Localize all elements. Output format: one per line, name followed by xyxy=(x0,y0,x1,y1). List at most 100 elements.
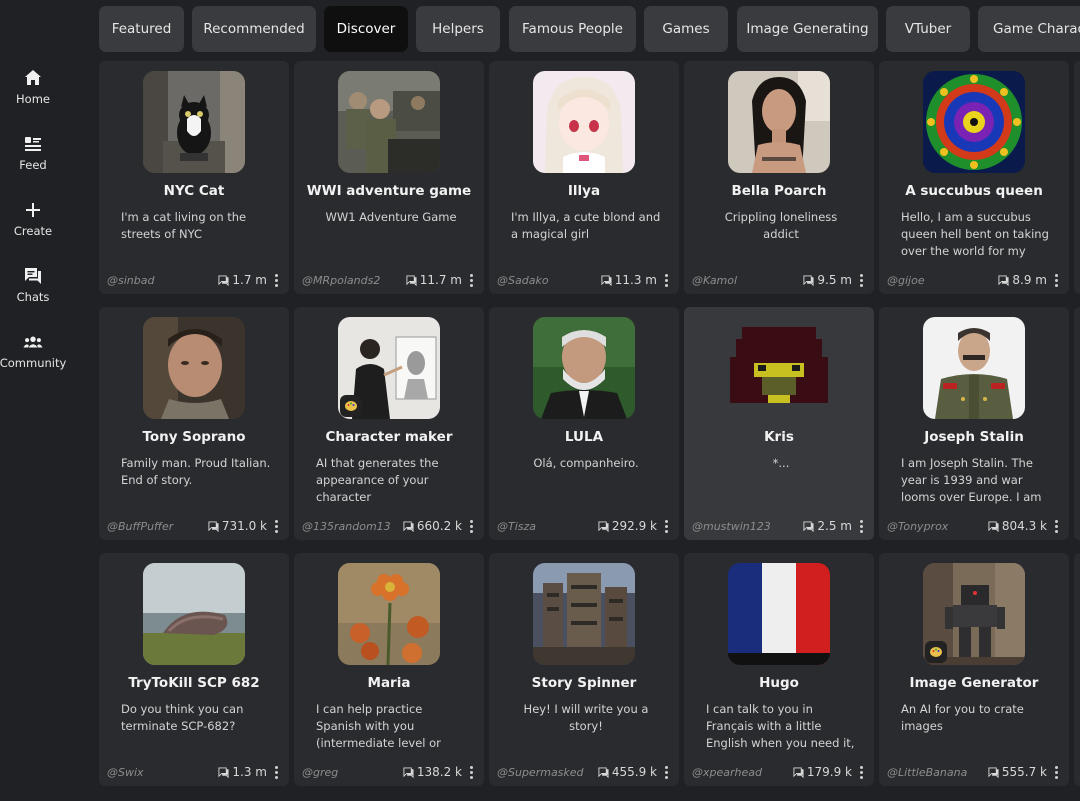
character-card[interactable]: LULA Olá, companheiro. @Tisza 292.9 k xyxy=(489,307,679,540)
character-card[interactable]: Hugo I can talk to you in Français with … xyxy=(684,553,874,786)
chat-count-value: 292.9 k xyxy=(611,519,657,533)
character-author: @LittleBanana xyxy=(887,766,968,779)
chat-count-icon xyxy=(218,766,229,778)
more-options-icon[interactable] xyxy=(857,518,865,534)
more-options-icon[interactable] xyxy=(1052,764,1060,780)
character-description: I am Joseph Stalin. The year is 1939 and… xyxy=(901,456,1042,504)
character-card-partial[interactable] xyxy=(1074,61,1080,294)
character-name: Character maker xyxy=(325,429,453,445)
character-name: Tony Soprano xyxy=(142,429,246,445)
chat-count-value: 455.9 k xyxy=(611,765,657,779)
character-card-partial[interactable] xyxy=(1074,553,1080,786)
character-avatar xyxy=(728,563,830,665)
character-avatar xyxy=(533,71,635,173)
nav-chats-label: Chats xyxy=(16,290,50,304)
tab-famous-people[interactable]: Famous People xyxy=(509,6,636,52)
character-description: Do you think you can terminate SCP-682? xyxy=(121,702,244,733)
chat-count-value: 1.3 m xyxy=(232,765,267,779)
more-options-icon[interactable] xyxy=(662,272,670,288)
chat-count: 1.7 m xyxy=(218,273,267,287)
more-options-icon[interactable] xyxy=(662,518,670,534)
character-card[interactable]: Maria I can help practice Spanish with y… xyxy=(294,553,484,786)
chat-count: 8.9 m xyxy=(998,273,1047,287)
nav-feed[interactable]: Feed xyxy=(0,134,66,184)
tab-discover[interactable]: Discover xyxy=(324,6,408,52)
chat-count-icon xyxy=(208,520,219,532)
chat-count: 138.2 k xyxy=(403,765,462,779)
nav-home[interactable]: Home xyxy=(0,68,66,118)
more-options-icon[interactable] xyxy=(1052,518,1060,534)
tab-game-characters[interactable]: Game Characters xyxy=(978,6,1080,52)
nav-chats[interactable]: Chats xyxy=(0,266,66,316)
character-card[interactable]: Bella Poarch Crippling loneliness addict… xyxy=(684,61,874,294)
character-author: @Swix xyxy=(107,766,144,779)
character-card[interactable]: NYC Cat I'm a cat living on the streets … xyxy=(99,61,289,294)
character-card[interactable]: TryToKill SCP 682 Do you think you can t… xyxy=(99,553,289,786)
chat-count-icon xyxy=(218,274,229,286)
more-options-icon[interactable] xyxy=(1052,272,1060,288)
chat-count-value: 1.7 m xyxy=(232,273,267,287)
character-avatar xyxy=(143,317,245,419)
more-options-icon[interactable] xyxy=(467,764,475,780)
more-options-icon[interactable] xyxy=(662,764,670,780)
character-avatar xyxy=(728,71,830,173)
chat-count: 2.5 m xyxy=(803,519,852,533)
character-card[interactable]: Tony Soprano Family man. Proud Italian. … xyxy=(99,307,289,540)
tab-games[interactable]: Games xyxy=(644,6,728,52)
chat-count-value: 2.5 m xyxy=(817,519,852,533)
character-author: @BuffPuffer xyxy=(107,520,174,533)
chat-count: 555.7 k xyxy=(988,765,1047,779)
character-name: Maria xyxy=(367,675,411,691)
character-name: A succubus queen xyxy=(905,183,1043,199)
character-description: Hello, I am a succubus queen hell bent o… xyxy=(901,210,1049,258)
character-name: Hugo xyxy=(759,675,799,691)
chat-count: 660.2 k xyxy=(403,519,462,533)
character-description: I'm a cat living on the streets of NYC xyxy=(121,210,247,241)
tab-helpers[interactable]: Helpers xyxy=(416,6,500,52)
character-avatar xyxy=(338,71,440,173)
nav-community[interactable]: Community xyxy=(0,332,66,382)
chat-count: 179.9 k xyxy=(793,765,852,779)
home-icon xyxy=(25,70,41,85)
tab-recommended[interactable]: Recommended xyxy=(192,6,316,52)
more-options-icon[interactable] xyxy=(272,518,280,534)
more-options-icon[interactable] xyxy=(272,272,280,288)
chat-count-value: 555.7 k xyxy=(1001,765,1047,779)
more-options-icon[interactable] xyxy=(467,272,475,288)
chat-count: 9.5 m xyxy=(803,273,852,287)
chat-count-icon xyxy=(988,520,999,532)
chat-count-value: 138.2 k xyxy=(416,765,462,779)
feed-icon xyxy=(25,137,41,151)
character-name: WWI adventure game xyxy=(306,183,472,199)
tab-vtuber[interactable]: VTuber xyxy=(886,6,970,52)
character-card-partial[interactable] xyxy=(1074,307,1080,540)
character-name: TryToKill SCP 682 xyxy=(128,675,260,691)
more-options-icon[interactable] xyxy=(467,518,475,534)
character-card[interactable]: Joseph Stalin I am Joseph Stalin. The ye… xyxy=(879,307,1069,540)
character-author: @mustwin123 xyxy=(692,520,771,533)
character-card[interactable]: A succubus queen Hello, I am a succubus … xyxy=(879,61,1069,294)
character-card[interactable]: Illya I'm Illya, a cute blond and a magi… xyxy=(489,61,679,294)
tab-featured[interactable]: Featured xyxy=(99,6,184,52)
character-card[interactable]: Kris *... @mustwin123 2.5 m xyxy=(684,307,874,540)
chat-count-value: 8.9 m xyxy=(1012,273,1047,287)
character-author: @135random13 xyxy=(302,520,391,533)
more-options-icon[interactable] xyxy=(272,764,280,780)
character-author: @greg xyxy=(302,766,339,779)
character-card[interactable]: Character maker AI that generates the ap… xyxy=(294,307,484,540)
chat-count: 731.0 k xyxy=(208,519,267,533)
character-description: *... xyxy=(772,456,790,470)
nav-create[interactable]: Create xyxy=(0,200,66,250)
chat-count-icon xyxy=(403,766,414,778)
tab-image-generating[interactable]: Image Generating xyxy=(737,6,878,52)
character-card[interactable]: Story Spinner Hey! I will write you a st… xyxy=(489,553,679,786)
chat-count-icon xyxy=(998,274,1009,286)
character-avatar xyxy=(533,317,635,419)
character-card[interactable]: Image Generator An AI for you to crate i… xyxy=(879,553,1069,786)
character-card[interactable]: WWI adventure game WW1 Adventure Game @M… xyxy=(294,61,484,294)
character-description: AI that generates the appearance of your… xyxy=(316,456,439,504)
more-options-icon[interactable] xyxy=(857,764,865,780)
character-name: LULA xyxy=(564,429,604,445)
character-author: @Sadako xyxy=(497,274,549,287)
more-options-icon[interactable] xyxy=(857,272,865,288)
